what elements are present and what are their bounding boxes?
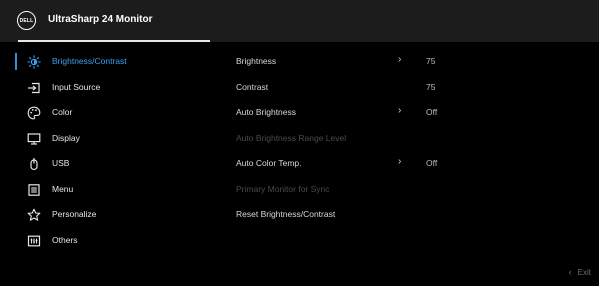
chevron-right-icon: › — [398, 54, 402, 65]
submenu-value: 75 — [426, 56, 436, 66]
submenu-label: Brightness — [236, 56, 277, 66]
menu-item-brightness-contrast[interactable]: Brightness/Contrast — [0, 49, 212, 75]
main-menu: Brightness/Contrast Input Source Color D… — [0, 49, 212, 253]
menu-item-display[interactable]: Display — [0, 126, 212, 152]
submenu-item-auto-brightness-range-level: Auto Brightness Range Level — [236, 126, 576, 152]
selection-indicator — [15, 53, 17, 70]
monitor-title: UltraSharp 24 Monitor — [48, 14, 153, 25]
submenu-item-primary-monitor-sync: Primary Monitor for Sync — [236, 177, 576, 203]
menu-item-personalize[interactable]: Personalize — [0, 202, 212, 228]
submenu-item-auto-color-temp[interactable]: Auto Color Temp. › Off — [236, 151, 576, 177]
submenu-value: Off — [426, 107, 438, 117]
header-bar: DELL UltraSharp 24 Monitor — [0, 0, 599, 42]
dell-logo: DELL — [17, 11, 36, 30]
display-icon — [27, 132, 41, 146]
exit-button[interactable]: ‹ Exit — [569, 267, 591, 277]
menu-item-color[interactable]: Color — [0, 100, 212, 126]
submenu-item-contrast[interactable]: Contrast 75 — [236, 75, 576, 101]
submenu-label: Contrast — [236, 81, 269, 92]
usb-icon — [27, 157, 41, 171]
submenu-label: Auto Brightness — [236, 107, 297, 117]
submenu-item-auto-brightness[interactable]: Auto Brightness › Off — [236, 100, 576, 126]
chevron-right-icon: › — [398, 105, 402, 116]
menu-item-label: Personalize — [52, 209, 97, 219]
menu-item-usb[interactable]: USB — [0, 151, 212, 177]
header-divider — [18, 40, 210, 42]
menu-item-label: Others — [52, 234, 78, 245]
submenu-item-brightness[interactable]: Brightness › 75 — [236, 49, 576, 75]
chevron-right-icon: › — [398, 156, 402, 167]
logo-text: DELL — [19, 17, 34, 24]
menu-item-label: Menu — [52, 183, 74, 194]
menu-item-label: Display — [52, 132, 80, 143]
others-icon — [27, 234, 41, 248]
menu-item-label: Color — [52, 107, 73, 117]
submenu-panel: Brightness › 75 Contrast 75 Auto Brightn… — [236, 49, 576, 228]
osd-window: DELL UltraSharp 24 Monitor Brightness/Co… — [0, 0, 599, 286]
submenu-label: Primary Monitor for Sync — [236, 183, 330, 194]
palette-icon — [27, 106, 41, 120]
submenu-label: Auto Brightness Range Level — [236, 132, 347, 143]
submenu-value: Off — [426, 158, 438, 168]
menu-icon — [27, 183, 41, 197]
menu-item-label: Brightness/Contrast — [52, 56, 127, 66]
menu-item-input-source[interactable]: Input Source — [0, 75, 212, 101]
submenu-value: 75 — [426, 81, 436, 92]
chevron-left-icon: ‹ — [568, 267, 572, 277]
menu-item-label: Input Source — [52, 81, 101, 92]
menu-item-others[interactable]: Others — [0, 228, 212, 254]
submenu-label: Reset Brightness/Contrast — [236, 209, 336, 219]
input-source-icon — [27, 81, 41, 95]
sun-icon — [27, 55, 41, 69]
submenu-label: Auto Color Temp. — [236, 158, 302, 168]
menu-item-menu[interactable]: Menu — [0, 177, 212, 203]
exit-label: Exit — [577, 267, 591, 277]
submenu-item-reset-brightness-contrast[interactable]: Reset Brightness/Contrast — [236, 202, 576, 228]
menu-item-label: USB — [52, 158, 70, 168]
star-icon — [27, 208, 41, 222]
